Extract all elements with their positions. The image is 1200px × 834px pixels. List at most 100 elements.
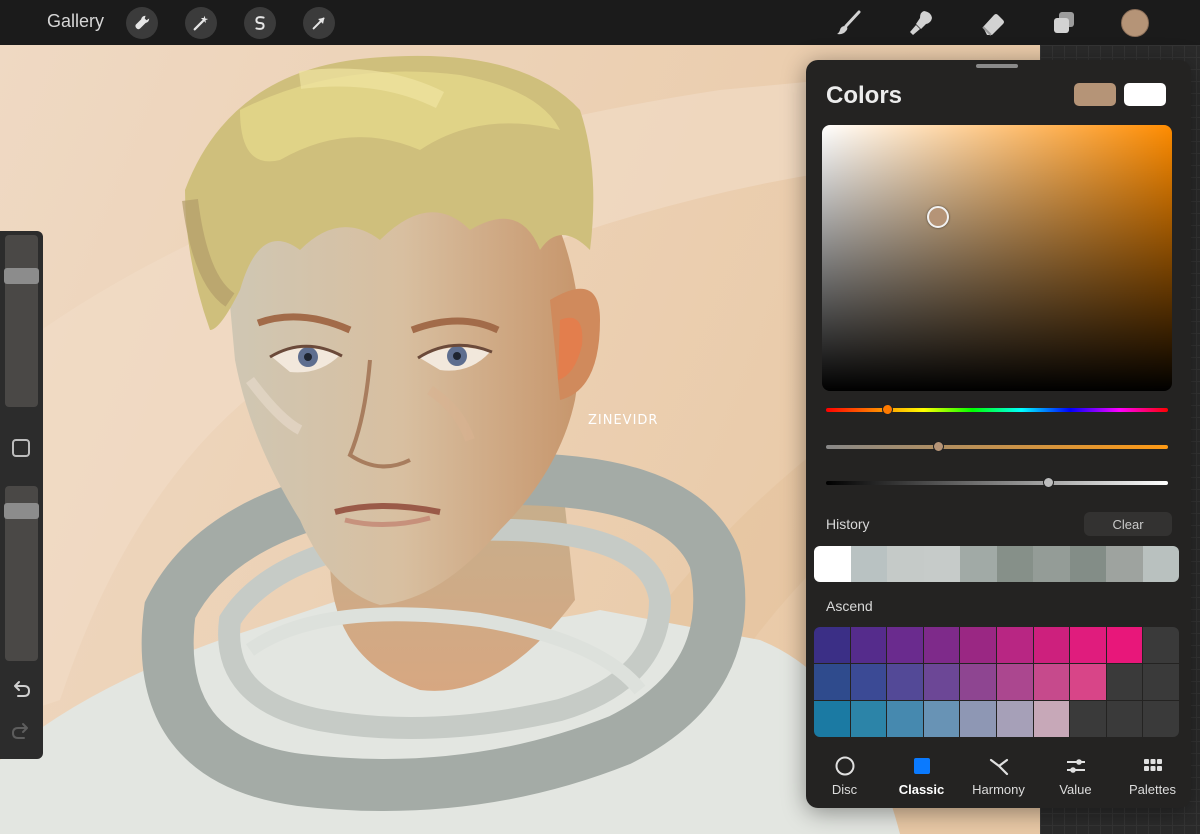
saturation-slider[interactable] bbox=[826, 441, 1168, 452]
brush-size-thumb[interactable] bbox=[4, 267, 39, 284]
tab-palettes-label: Palettes bbox=[1129, 782, 1176, 797]
undo-button[interactable] bbox=[10, 678, 32, 700]
palette-swatch[interactable] bbox=[1070, 701, 1106, 737]
tab-harmony[interactable]: Harmony bbox=[960, 748, 1037, 808]
palette-swatch[interactable] bbox=[1033, 627, 1070, 663]
palette-swatch[interactable] bbox=[887, 627, 923, 663]
palette-swatch[interactable] bbox=[960, 664, 996, 700]
palette-swatch[interactable] bbox=[887, 701, 923, 737]
palette-swatch[interactable] bbox=[850, 627, 887, 663]
magic-wand-icon bbox=[193, 15, 209, 31]
classic-square-icon bbox=[913, 758, 930, 774]
palette-swatch[interactable] bbox=[923, 701, 960, 737]
tab-disc-label: Disc bbox=[831, 782, 858, 797]
palette-grid bbox=[814, 627, 1179, 737]
modifier-button[interactable] bbox=[12, 439, 30, 457]
color-history bbox=[814, 546, 1179, 582]
palette-swatch[interactable] bbox=[960, 701, 996, 737]
palette-swatch[interactable] bbox=[996, 664, 1033, 700]
selection-icon bbox=[255, 16, 265, 30]
secondary-color-swatch[interactable] bbox=[1124, 83, 1166, 106]
color-picker-cursor[interactable] bbox=[927, 206, 949, 228]
clear-history-button[interactable]: Clear bbox=[1084, 512, 1172, 536]
tab-classic-label: Classic bbox=[898, 782, 945, 797]
harmony-icon bbox=[989, 758, 1008, 776]
grid-icon bbox=[1143, 759, 1162, 771]
eraser-tool-button[interactable] bbox=[978, 8, 1008, 38]
primary-color-swatch[interactable] bbox=[1074, 83, 1116, 106]
history-swatch[interactable] bbox=[923, 546, 960, 582]
color-mode-tabs: Disc Classic Harmony Value Palettes bbox=[806, 748, 1191, 808]
palette-swatch[interactable] bbox=[1143, 701, 1179, 737]
saturation-brightness-picker[interactable] bbox=[822, 125, 1172, 391]
palette-swatch[interactable] bbox=[887, 664, 923, 700]
disc-icon bbox=[835, 756, 854, 776]
hue-slider[interactable] bbox=[826, 404, 1168, 415]
smudge-tool-button[interactable] bbox=[906, 8, 936, 38]
palette-swatch[interactable] bbox=[1143, 627, 1179, 663]
gallery-button[interactable]: Gallery bbox=[47, 11, 104, 32]
brightness-slider-knob[interactable] bbox=[1042, 477, 1054, 488]
palette-swatch[interactable] bbox=[850, 701, 887, 737]
procreate-app: ZINEVIDR Gallery Colors History Clear As… bbox=[0, 0, 1200, 834]
sliders-icon bbox=[1066, 759, 1085, 773]
palette-swatch[interactable] bbox=[814, 701, 850, 737]
palette-swatch[interactable] bbox=[960, 627, 996, 663]
actions-button[interactable] bbox=[126, 7, 158, 39]
palette-swatch[interactable] bbox=[1106, 627, 1143, 663]
layers-icon bbox=[1054, 12, 1074, 33]
brush-size-slider[interactable] bbox=[4, 235, 39, 407]
palette-swatch[interactable] bbox=[1106, 664, 1143, 700]
palette-swatch[interactable] bbox=[1033, 664, 1070, 700]
smudge-icon bbox=[910, 11, 932, 35]
palette-swatch[interactable] bbox=[996, 701, 1033, 737]
history-swatch[interactable] bbox=[887, 546, 924, 582]
history-swatch[interactable] bbox=[850, 546, 887, 582]
saturation-slider-knob[interactable] bbox=[933, 441, 945, 452]
brush-tool-button[interactable] bbox=[834, 8, 864, 38]
history-swatch[interactable] bbox=[1033, 546, 1070, 582]
history-swatch[interactable] bbox=[814, 546, 851, 582]
opacity-slider[interactable] bbox=[4, 486, 39, 661]
brightness-slider[interactable] bbox=[826, 477, 1168, 488]
colors-panel: Colors History Clear Ascend Disc Classic… bbox=[806, 60, 1191, 808]
transform-button[interactable] bbox=[303, 7, 335, 39]
palette-swatch[interactable] bbox=[996, 627, 1033, 663]
history-swatch[interactable] bbox=[996, 546, 1033, 582]
panel-grabber[interactable] bbox=[976, 64, 1018, 68]
palette-swatch[interactable] bbox=[923, 664, 960, 700]
left-sidebar bbox=[0, 231, 43, 759]
history-swatch[interactable] bbox=[960, 546, 997, 582]
artist-signature: ZINEVIDR bbox=[588, 413, 658, 428]
brush-icon bbox=[837, 10, 861, 35]
layers-button[interactable] bbox=[1049, 8, 1079, 38]
palette-swatch[interactable] bbox=[850, 664, 887, 700]
palette-swatch[interactable] bbox=[1070, 664, 1106, 700]
palette-swatch[interactable] bbox=[1106, 701, 1143, 737]
selection-button[interactable] bbox=[244, 7, 276, 39]
tab-value-label: Value bbox=[1059, 782, 1092, 797]
history-swatch[interactable] bbox=[1069, 546, 1106, 582]
palette-swatch[interactable] bbox=[1143, 664, 1179, 700]
redo-button[interactable] bbox=[10, 720, 32, 742]
tab-classic[interactable]: Classic bbox=[883, 748, 960, 808]
hue-slider-knob[interactable] bbox=[882, 404, 894, 415]
palette-swatch[interactable] bbox=[1033, 701, 1070, 737]
top-toolbar: Gallery bbox=[0, 0, 1200, 45]
history-swatch[interactable] bbox=[1142, 546, 1179, 582]
wrench-icon bbox=[135, 15, 150, 30]
history-label: History bbox=[826, 516, 870, 532]
palette-swatch[interactable] bbox=[923, 627, 960, 663]
adjustments-button[interactable] bbox=[185, 7, 217, 39]
palette-swatch[interactable] bbox=[814, 627, 850, 663]
palette-swatch[interactable] bbox=[814, 664, 850, 700]
opacity-thumb[interactable] bbox=[4, 503, 39, 520]
palette-name: Ascend bbox=[826, 598, 873, 614]
panel-title: Colors bbox=[826, 82, 903, 109]
tab-value[interactable]: Value bbox=[1037, 748, 1114, 808]
tab-palettes[interactable]: Palettes bbox=[1114, 748, 1191, 808]
tab-disc[interactable]: Disc bbox=[806, 748, 883, 808]
history-swatch[interactable] bbox=[1106, 546, 1143, 582]
palette-swatch[interactable] bbox=[1070, 627, 1106, 663]
color-button[interactable] bbox=[1121, 9, 1149, 37]
